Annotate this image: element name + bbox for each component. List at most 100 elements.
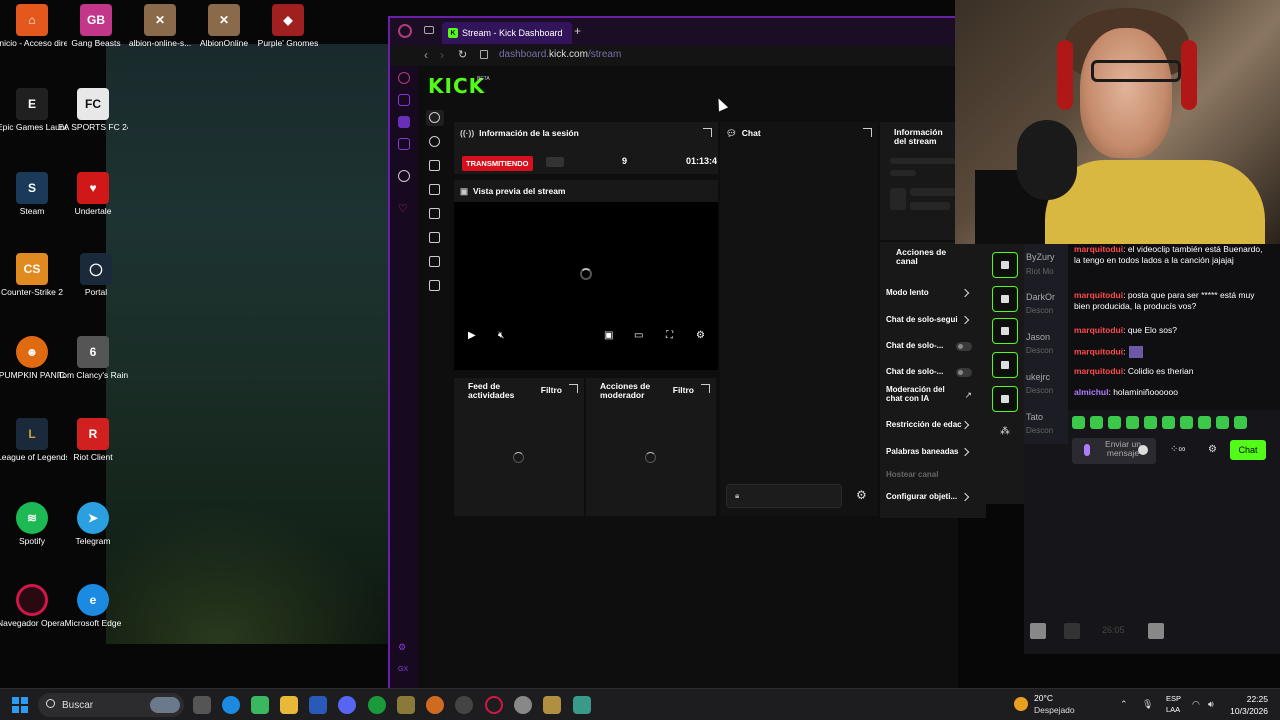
emote-icon[interactable]: [1216, 416, 1229, 429]
desktop-icon-portal[interactable]: ◯ Portal: [61, 253, 131, 297]
mic-icon[interactable]: [1084, 444, 1090, 456]
app-teal-icon[interactable]: [573, 696, 591, 714]
emote-icon[interactable]: [1198, 416, 1211, 429]
operagx-taskbar-icon[interactable]: [485, 696, 503, 714]
action-banned-words[interactable]: Palabras baneadas: [886, 447, 958, 456]
emote-icon[interactable]: [1126, 416, 1139, 429]
keyboard-layout[interactable]: LAA: [1166, 705, 1180, 714]
chat-input[interactable]: 🔒︎: [726, 484, 842, 508]
overlay-settings-icon[interactable]: ⚙: [1208, 444, 1217, 455]
language-indicator[interactable]: ESP: [1166, 694, 1181, 703]
mod-tool-queue-icon[interactable]: [992, 352, 1018, 378]
play-icon[interactable]: ▶: [468, 330, 476, 341]
desktop-icon-lol[interactable]: L League of Legends: [0, 418, 67, 462]
media-player-icon[interactable]: [455, 696, 473, 714]
points-icon[interactable]: ⁘∞: [1170, 444, 1186, 455]
tab-kick-dashboard[interactable]: K Stream - Kick Dashboard: [442, 22, 572, 44]
new-tab-button[interactable]: +: [574, 24, 581, 38]
app-taskbar-icon[interactable]: [251, 696, 269, 714]
emote-icon[interactable]: [1234, 416, 1247, 429]
live-icon[interactable]: [429, 112, 440, 123]
url-field[interactable]: dashboard.kick.com/stream: [499, 49, 621, 60]
chrome-icon[interactable]: [514, 696, 532, 714]
sidebar-chatgpt-icon[interactable]: [398, 170, 410, 182]
forward-icon[interactable]: ›: [440, 48, 444, 62]
wifi-icon[interactable]: ◠: [1192, 699, 1202, 709]
action-emotes-only[interactable]: Chat de solo-...: [886, 367, 943, 376]
expand-icon[interactable]: [701, 384, 710, 393]
overlay-chat-icon[interactable]: [1030, 623, 1046, 639]
clock-time[interactable]: 22:25: [1244, 694, 1268, 704]
desktop-icon-telegram[interactable]: ➤ Telegram: [58, 502, 128, 546]
sidebar-twitch-icon[interactable]: [398, 94, 410, 106]
desktop-icon-undertale[interactable]: ♥ Undertale: [58, 172, 128, 216]
desktop-icon-gnomes[interactable]: ◆ Purple' Gnomes: [253, 4, 323, 48]
expand-icon[interactable]: [569, 384, 578, 393]
sidebar-gx-icon[interactable]: GX: [398, 666, 410, 678]
emote-icon[interactable]: [1108, 416, 1121, 429]
sidebar-gx-corner-icon[interactable]: [398, 72, 410, 84]
fullscreen-icon[interactable]: ⛶: [666, 330, 673, 341]
expand-icon[interactable]: [703, 128, 712, 137]
pip-icon[interactable]: ▣: [604, 330, 613, 341]
action-goals[interactable]: Configurar objeti...: [886, 492, 957, 501]
sidebar-heart-icon[interactable]: ♡: [398, 202, 410, 215]
mod-tool-more-icon[interactable]: ⁂: [1000, 426, 1010, 437]
wrench-icon[interactable]: [429, 232, 440, 243]
mod-filter-button[interactable]: Filtro: [673, 385, 694, 395]
users-icon[interactable]: [429, 256, 440, 267]
desktop-icon-ea[interactable]: FC EA SPORTS FC 24: [58, 88, 128, 132]
sidebar-discord-icon[interactable]: [398, 116, 410, 128]
expand-icon[interactable]: [863, 128, 872, 137]
clock-date[interactable]: 10/3/2026: [1226, 706, 1268, 716]
desktop-icon-cs2[interactable]: CS Counter-Strike 2: [0, 253, 67, 297]
tabs-icon[interactable]: [424, 26, 434, 34]
opera-logo-icon[interactable]: [398, 24, 412, 38]
back-icon[interactable]: ‹: [424, 48, 428, 62]
desktop-icon-spotify[interactable]: ≋ Spotify: [0, 502, 67, 546]
emotes-only-toggle[interactable]: [956, 368, 972, 377]
chevron-up-icon[interactable]: ⌃: [1120, 699, 1130, 709]
sidebar-messenger-icon[interactable]: [398, 138, 410, 150]
mute-icon[interactable]: 🔇︎: [498, 330, 504, 341]
feed-filter-button[interactable]: Filtro: [541, 385, 562, 395]
overlay-gear-icon[interactable]: [1148, 623, 1164, 639]
mic-tray-icon[interactable]: 🎙︎: [1142, 699, 1153, 709]
analytics-icon[interactable]: [429, 160, 440, 171]
lol-taskbar-icon[interactable]: [397, 696, 415, 714]
xbox-icon[interactable]: [368, 696, 386, 714]
library-icon[interactable]: [429, 208, 440, 219]
reload-icon[interactable]: ↻: [458, 48, 467, 61]
chat-settings-icon[interactable]: ⚙: [856, 488, 867, 502]
trophy-icon[interactable]: [429, 184, 440, 195]
action-slow-mode[interactable]: Modo lento: [886, 288, 929, 297]
emote-icon[interactable]: [1072, 416, 1085, 429]
emote-icon[interactable]: [1144, 416, 1157, 429]
desktop-icon-edge[interactable]: e Microsoft Edge: [58, 584, 128, 628]
settings-icon[interactable]: ⚙: [696, 330, 705, 341]
desktop-icon-riot[interactable]: R Riot Client: [58, 418, 128, 462]
action-followers-only[interactable]: Chat de solo-segui: [886, 315, 962, 324]
mod-tool-wrench-icon[interactable]: [992, 386, 1018, 412]
volume-icon[interactable]: 🔊︎: [1208, 699, 1218, 709]
word-icon[interactable]: [309, 696, 327, 714]
desktop-icon-pumpkin[interactable]: ☻ PUMPKIN PANIC: [0, 336, 67, 380]
desktop-icon-epic[interactable]: E Epic Games Launcher: [0, 88, 67, 132]
action-ai-moderation[interactable]: Moderación del chat con IA: [886, 385, 958, 403]
desktop-icon-steam[interactable]: S Steam: [0, 172, 67, 216]
send-chat-button[interactable]: Chat: [1230, 440, 1266, 460]
overlay-mic-icon[interactable]: [1064, 623, 1080, 639]
desktop-icon-r6[interactable]: 6 Tom Clancy's Rainbow Six: [58, 336, 128, 380]
edge-taskbar-icon[interactable]: [222, 696, 240, 714]
desktop-icon-operagx[interactable]: Navegador Opera GX: [0, 584, 67, 628]
explorer-icon[interactable]: [280, 696, 298, 714]
desktop-icon-inicio[interactable]: ⌂ Inicio - Acceso directo: [0, 4, 67, 48]
action-subs-only[interactable]: Chat de solo-...: [886, 341, 943, 350]
sidebar-settings-icon[interactable]: ⚙: [398, 642, 410, 654]
taskbar-search[interactable]: Buscar: [38, 693, 184, 717]
link-icon[interactable]: [429, 136, 440, 147]
mod-tool-chat-icon[interactable]: [992, 286, 1018, 312]
mod-tool-broadcast-icon[interactable]: [992, 318, 1018, 344]
emote-icon[interactable]: [1180, 416, 1193, 429]
action-age-restriction[interactable]: Restricción de edac: [886, 420, 962, 429]
